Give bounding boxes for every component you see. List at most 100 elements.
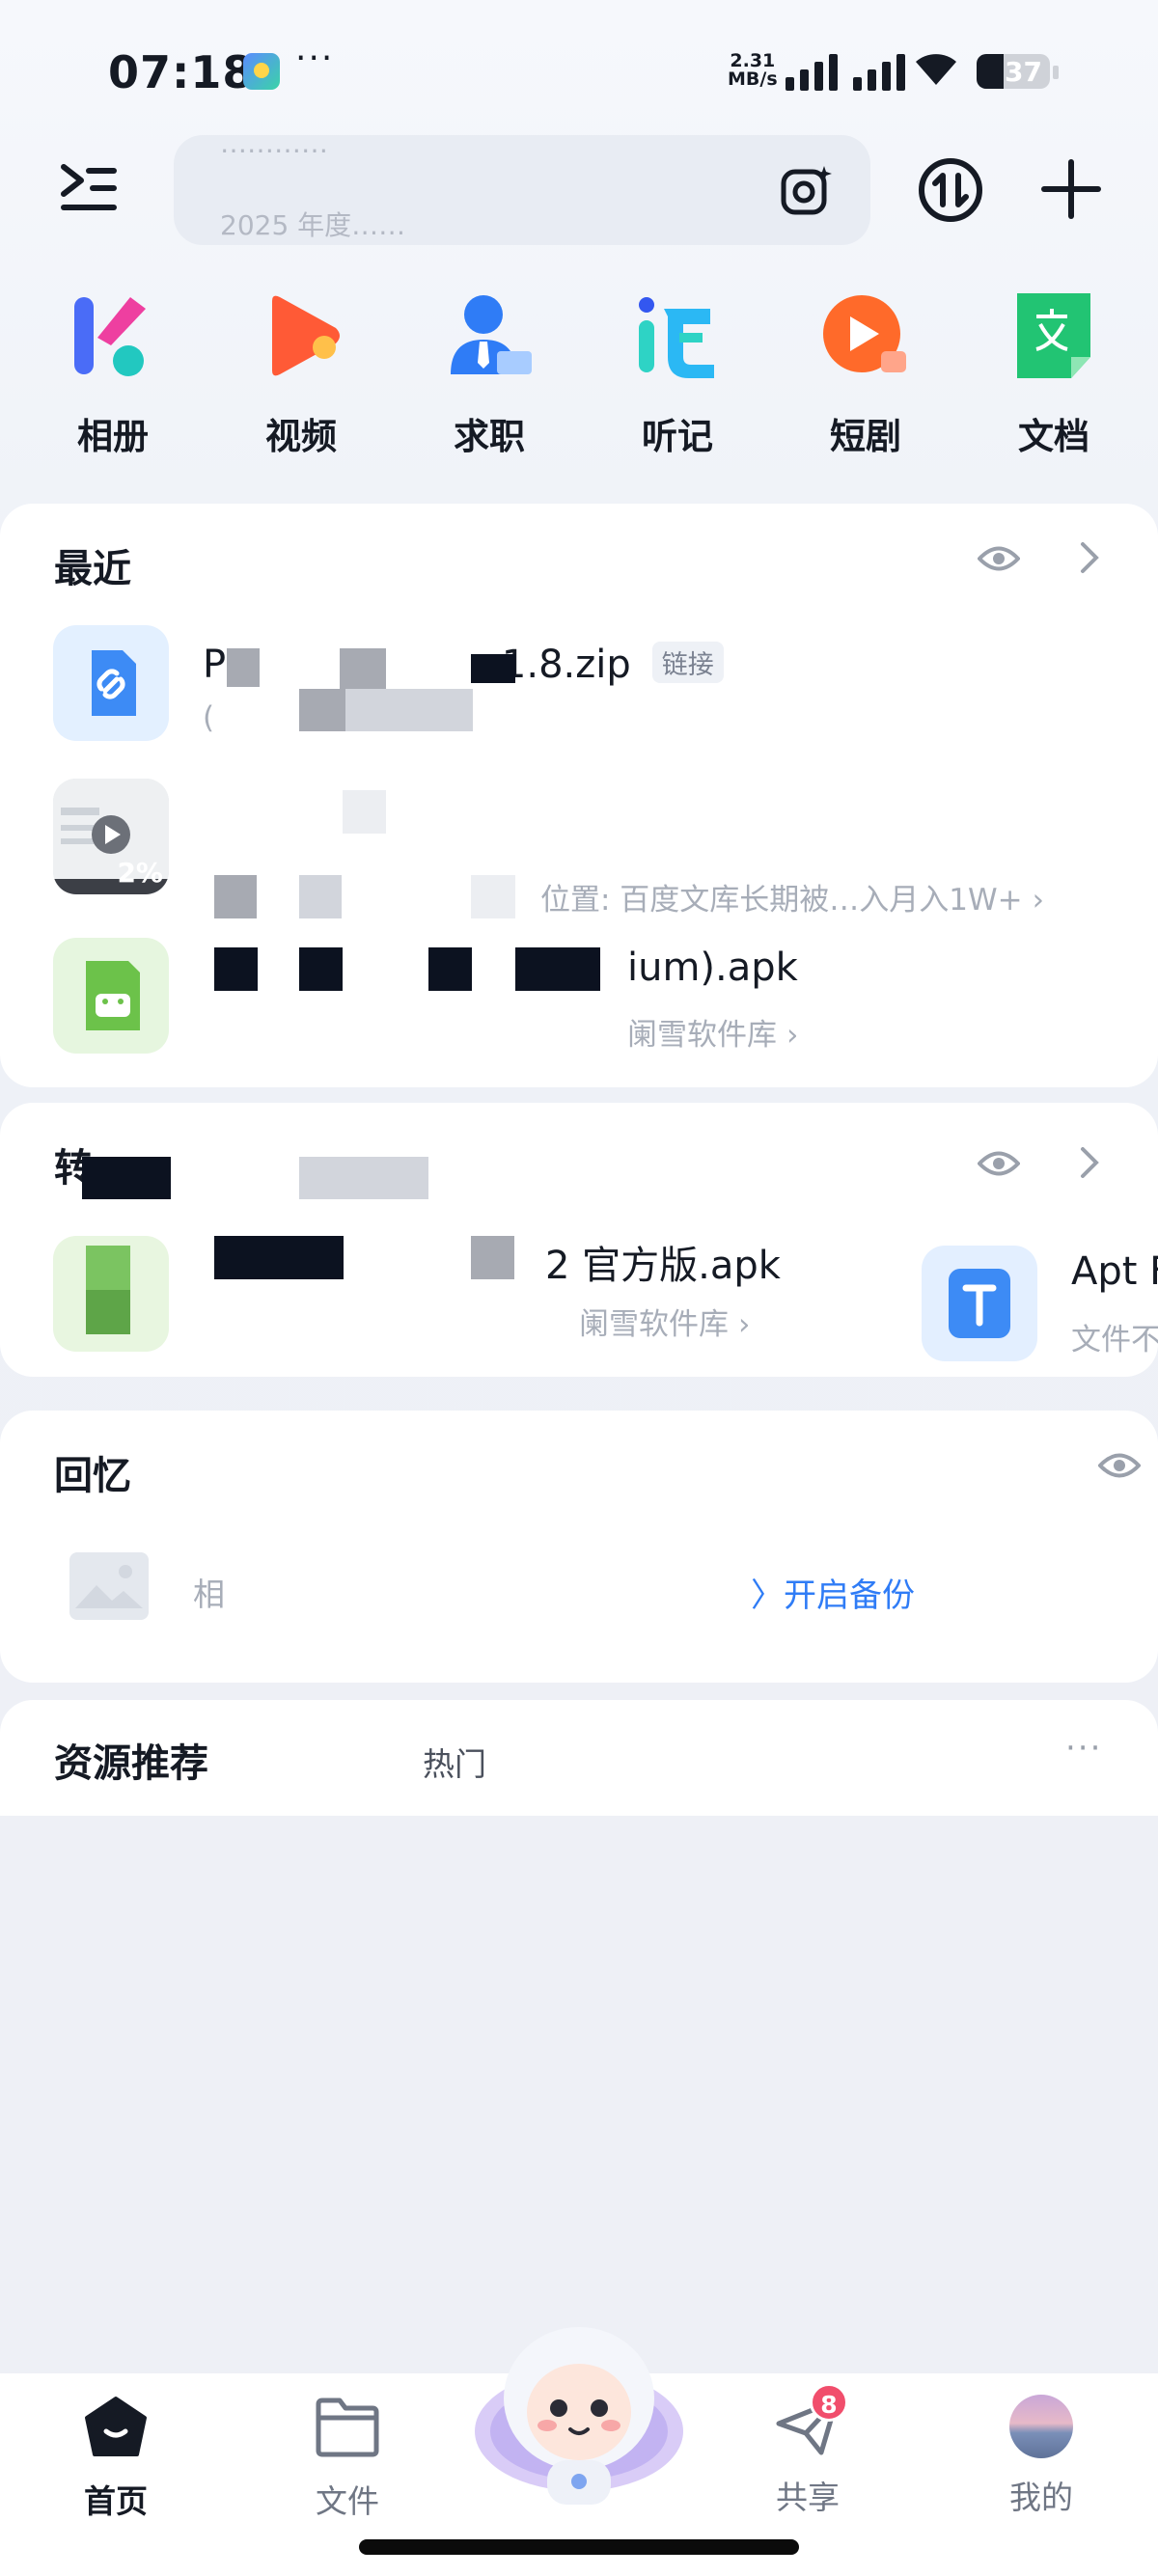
chevron-right-icon: ›	[786, 1018, 799, 1053]
network-speed-unit: MB/s	[728, 69, 778, 90]
chevron-right-icon[interactable]	[1079, 1145, 1100, 1180]
quick-app-label: 相册	[77, 416, 149, 457]
ai-assistant-mascot-icon[interactable]	[470, 2316, 688, 2508]
link-tag: 链接	[651, 642, 724, 683]
battery-icon: 37	[977, 54, 1050, 89]
quick-app-label: 求职	[454, 416, 525, 457]
nav-label: 我的	[1009, 2479, 1073, 2516]
link-file-icon	[53, 625, 169, 741]
chevron-icon: 〉	[751, 1576, 784, 1615]
quick-app-short-drama[interactable]: 短剧	[788, 289, 943, 459]
home-icon	[85, 2397, 147, 2456]
recent-title: 最近	[54, 547, 131, 591]
network-speed: 2.31 MB/s	[728, 52, 778, 89]
more-icon[interactable]: ···	[1065, 1729, 1102, 1768]
quick-app-document[interactable]: 文档	[977, 289, 1131, 459]
quick-app-label: 文档	[1018, 416, 1089, 457]
folder-icon	[316, 2398, 379, 2457]
privacy-mosaic	[345, 689, 388, 731]
privacy-mosaic	[214, 947, 258, 991]
privacy-mosaic	[343, 790, 386, 834]
file-name: 2 官方版.apk	[545, 1244, 781, 1288]
status-more-icon: ···	[295, 39, 335, 78]
nav-share[interactable]: 8 共享	[731, 2383, 885, 2518]
text-file-icon	[922, 1246, 1037, 1361]
list-item[interactable]: PD1.8.zip链接 (	[0, 619, 1158, 754]
recent-card: 最近 PD1.8.zip链接 (	[0, 504, 1158, 1087]
file-subtitle: 阑雪软件库 ›	[579, 1307, 751, 1342]
privacy-mosaic	[299, 947, 343, 991]
status-time: 07:18	[108, 46, 255, 98]
privacy-mosaic	[428, 947, 472, 991]
privacy-mosaic	[471, 1236, 514, 1279]
tab-hot[interactable]: 热门	[423, 1739, 486, 1785]
nav-me[interactable]: 我的	[964, 2395, 1118, 2518]
nav-label: 文件	[316, 2482, 379, 2520]
document-icon	[1017, 293, 1090, 378]
nav-files[interactable]: 文件	[270, 2395, 425, 2522]
album-icon	[74, 297, 146, 376]
privacy-mosaic	[471, 654, 515, 683]
transfer-sync-icon[interactable]	[917, 156, 984, 224]
menu-icon[interactable]	[58, 159, 120, 217]
quick-app-label: 短剧	[830, 416, 901, 457]
search-hint-top: …………	[220, 135, 328, 159]
status-bar: 07:18 ··· 2.31 MB/s 37	[0, 0, 1158, 135]
video-icon	[272, 295, 340, 376]
search-input[interactable]: ………… 2025 年度……	[174, 135, 870, 245]
quick-app-album[interactable]: 相册	[36, 289, 190, 459]
android-apk-icon	[53, 1236, 169, 1352]
battery-level: 37	[1005, 56, 1042, 88]
privacy-mosaic	[214, 1236, 344, 1279]
privacy-mosaic	[299, 875, 342, 918]
wifi-icon	[916, 54, 956, 85]
quick-app-transcribe[interactable]: 听记	[600, 289, 755, 459]
cellular-signal-icon	[786, 52, 905, 91]
scan-camera-icon[interactable]	[780, 164, 834, 218]
privacy-mosaic	[515, 947, 600, 991]
photo-placeholder-icon	[69, 1552, 149, 1620]
file-subtitle: 位置: 百度文库长期被…入月入1W+ ›	[540, 883, 1045, 918]
privacy-mosaic	[227, 648, 260, 687]
android-apk-icon	[53, 938, 169, 1054]
memory-card: 回忆 相 〉开启备份	[0, 1411, 1158, 1683]
quick-app-label: 听记	[642, 416, 713, 457]
quick-apps: 相册 视频 求职 听记 短剧 文档	[0, 289, 1158, 463]
short-drama-icon	[823, 295, 906, 372]
memory-title: 回忆	[54, 1454, 131, 1498]
notification-badge: 8	[810, 2383, 848, 2422]
job-icon	[451, 295, 532, 374]
enable-backup-link[interactable]: 〉开启备份	[751, 1569, 915, 1616]
list-item[interactable]: Apt F 文件不	[922, 1246, 1158, 1381]
progress-percent: 2%	[117, 857, 163, 889]
quick-app-video[interactable]: 视频	[224, 289, 378, 459]
eye-icon[interactable]	[978, 1149, 1020, 1178]
eye-icon[interactable]	[978, 544, 1020, 573]
file-name: ium).apk	[627, 945, 798, 990]
avatar	[1009, 2395, 1073, 2458]
transcribe-icon	[639, 297, 714, 378]
file-name: Apt F	[1071, 1249, 1158, 1294]
add-icon[interactable]	[1040, 158, 1102, 220]
list-item[interactable]: ium).apk 阑雪软件库 ›	[0, 928, 1158, 1063]
search-hint: 2025 年度……	[220, 209, 406, 241]
list-item[interactable]: 2 官方版.apk 阑雪软件库 ›	[0, 1236, 868, 1371]
eye-icon[interactable]	[1098, 1451, 1141, 1480]
resource-card: 资源推荐 热门 ···	[0, 1700, 1158, 1816]
privacy-mosaic	[299, 1157, 428, 1199]
memory-text: 相	[193, 1576, 225, 1613]
nav-label: 首页	[84, 2482, 148, 2520]
video-thumbnail: 2%	[53, 779, 169, 894]
transfer-card: 转 2 官方版.apk 阑雪软件库› Apt F 文件不	[0, 1103, 1158, 1377]
privacy-mosaic	[299, 689, 345, 731]
chevron-right-icon: ›	[738, 1307, 751, 1342]
quick-app-job[interactable]: 求职	[412, 289, 566, 459]
resource-title: 资源推荐	[54, 1741, 208, 1786]
chevron-right-icon[interactable]	[1079, 540, 1100, 575]
nav-home[interactable]: 首页	[39, 2395, 193, 2522]
privacy-mosaic	[82, 1157, 171, 1199]
list-item[interactable]: 2% 位置: 百度文库长期被…入月入1W+ ›	[0, 779, 1158, 918]
home-indicator	[359, 2539, 799, 2555]
file-subtitle: 文件不	[1071, 1323, 1158, 1357]
file-subtitle: (	[203, 700, 215, 735]
